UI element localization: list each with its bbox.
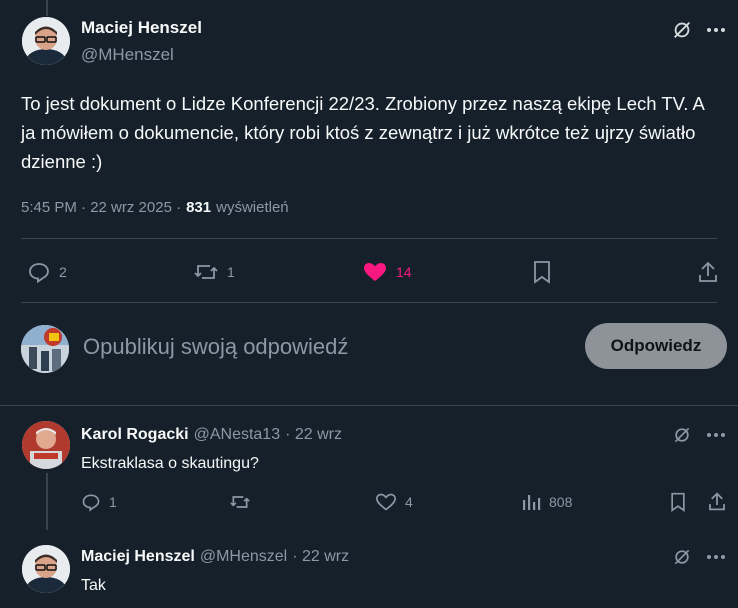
avatar[interactable] <box>22 421 70 469</box>
author-handle[interactable]: @MHenszel <box>81 45 174 65</box>
divider <box>0 405 738 406</box>
views-action[interactable]: 808 <box>521 492 572 512</box>
reply-count: 2 <box>59 264 67 280</box>
bookmark-icon[interactable] <box>531 260 553 284</box>
like-action[interactable]: 4 <box>375 492 413 512</box>
reply-author-handle[interactable]: @MHenszel <box>200 548 287 566</box>
like-action[interactable]: 14 <box>362 260 412 284</box>
views-count: 831 <box>186 199 212 216</box>
thread-line-top <box>46 0 48 16</box>
thread-line <box>46 473 48 530</box>
tweet-meta: 5:45 PM · 22 wrz 2025 · 831 wyświetleń <box>21 199 289 216</box>
heart-filled-icon <box>362 260 388 284</box>
reply-text: Ekstraklasa o skautingu? <box>81 455 259 472</box>
grok-icon[interactable] <box>672 547 692 567</box>
like-count: 4 <box>405 494 413 510</box>
reply-count: 1 <box>109 494 117 510</box>
reply-action[interactable]: 2 <box>27 260 67 284</box>
divider <box>21 238 717 239</box>
retweet-action[interactable]: 1 <box>193 260 235 284</box>
author-name[interactable]: Maciej Henszel <box>81 18 202 38</box>
heart-icon <box>375 492 397 512</box>
share-icon[interactable] <box>697 260 719 284</box>
divider <box>21 302 717 303</box>
reply-date[interactable]: · 22 wrz <box>285 426 342 444</box>
share-icon[interactable] <box>707 491 727 512</box>
reply-icon <box>81 492 101 512</box>
my-avatar[interactable] <box>21 325 69 373</box>
bookmark-icon[interactable] <box>668 492 688 512</box>
retweet-action[interactable] <box>229 492 251 512</box>
reply-author-name[interactable]: Karol Rogacki <box>81 426 189 444</box>
reply-author-name[interactable]: Maciej Henszel <box>81 548 195 566</box>
reply-header: Karol Rogacki @ANesta13 · 22 wrz <box>81 426 342 444</box>
reply-text: Tak <box>81 577 106 594</box>
reply-author-handle[interactable]: @ANesta13 <box>194 426 281 444</box>
like-count: 14 <box>396 264 412 280</box>
reply-action[interactable]: 1 <box>81 492 117 512</box>
reply-icon <box>27 260 51 284</box>
reply-header: Maciej Henszel @MHenszel · 22 wrz <box>81 548 349 566</box>
retweet-count: 1 <box>227 264 235 280</box>
more-options-icon[interactable] <box>706 27 726 33</box>
analytics-icon <box>521 492 541 512</box>
tweet-timestamp[interactable]: 5:45 PM · 22 wrz 2025 · <box>21 199 181 216</box>
avatar[interactable] <box>22 545 70 593</box>
views-label: wyświetleń <box>216 199 289 216</box>
reply-button[interactable]: Odpowiedz <box>585 323 727 369</box>
more-options-icon[interactable] <box>706 432 726 438</box>
more-options-icon[interactable] <box>706 554 726 560</box>
tweet-text: To jest dokument o Lidze Konferencji 22/… <box>21 93 704 172</box>
retweet-icon <box>229 492 251 512</box>
grok-icon[interactable] <box>672 425 692 445</box>
avatar[interactable] <box>22 17 70 65</box>
retweet-icon <box>193 260 219 284</box>
views-count: 808 <box>549 494 573 510</box>
grok-icon[interactable] <box>671 19 693 41</box>
reply-input[interactable]: Opublikuj swoją odpowiedź <box>83 334 563 360</box>
reply-date[interactable]: · 22 wrz <box>292 548 349 566</box>
